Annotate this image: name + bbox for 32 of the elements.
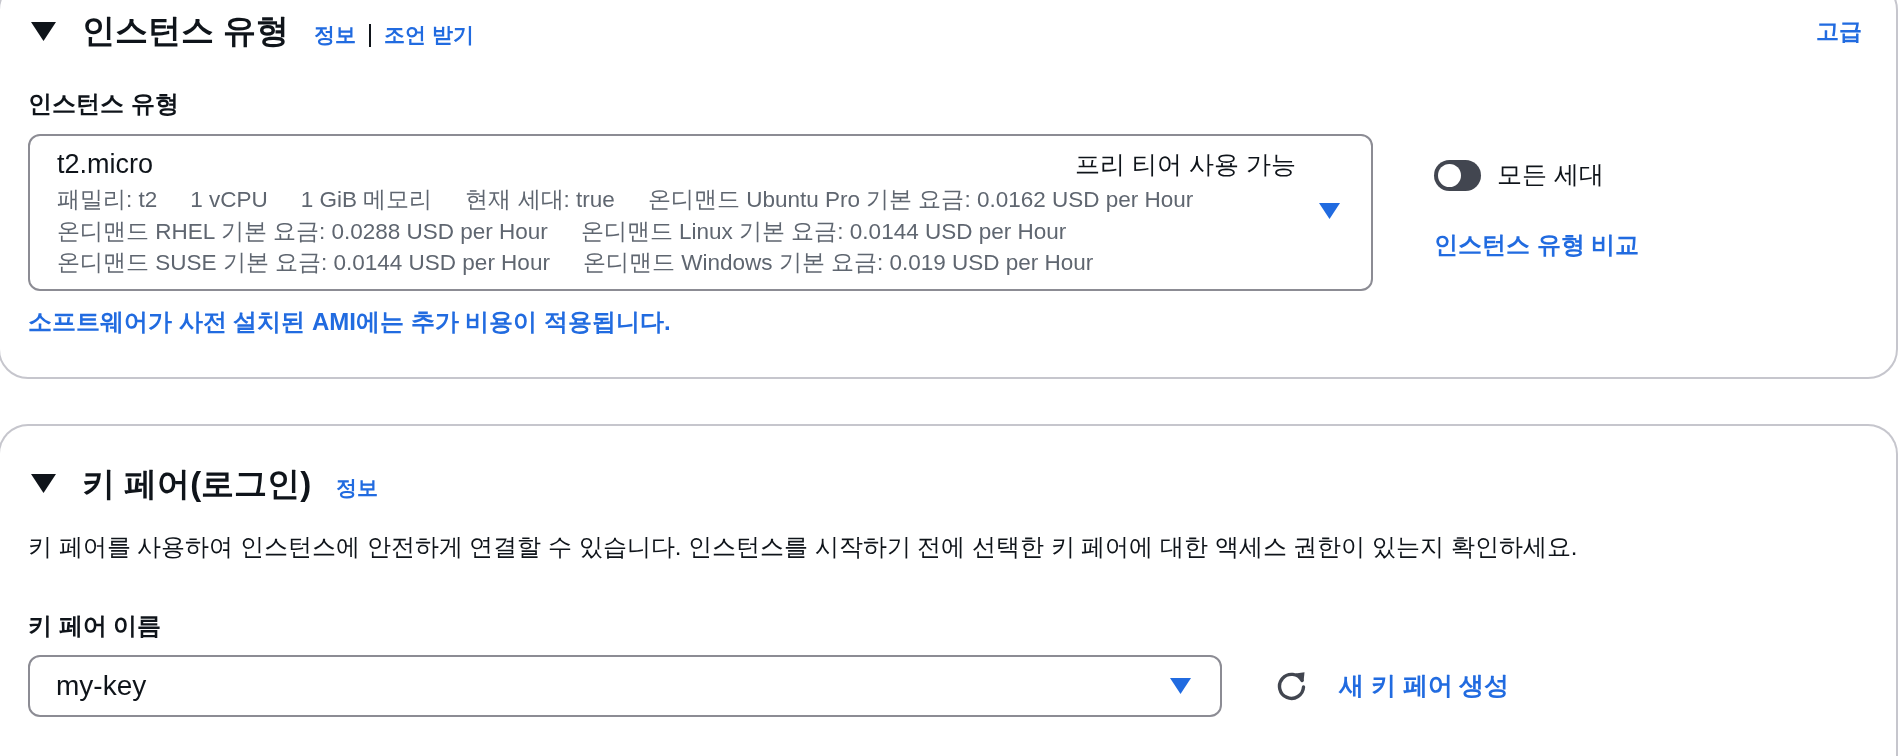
ami-pricing-link[interactable]: 소프트웨어가 사전 설치된 AMI에는 추가 비용이 적용됩니다. (28, 307, 671, 336)
spec-text: 온디맨드 Linux 기본 요금: 0.0144 USD per Hour (580, 217, 1067, 246)
info-link[interactable]: 정보 (314, 21, 357, 49)
refresh-icon[interactable] (1276, 670, 1307, 701)
section-title: 인스턴스 유형 (82, 11, 290, 51)
key-pair-select[interactable]: my-key (28, 654, 1222, 717)
spec-text: 온디맨드 Ubuntu Pro 기본 요금: 0.0162 USD per Hour (647, 186, 1194, 214)
spec-text: 온디맨드 RHEL 기본 요금: 0.0288 USD per Hour (57, 217, 548, 246)
spec-text: 온디맨드 SUSE 기본 요금: 0.0144 USD per Hour (57, 249, 550, 277)
free-tier-label: 프리 티어 사용 가능 (1075, 149, 1296, 179)
spec-text: 패밀리: t2 (57, 186, 158, 214)
spec-text: 현재 세대: true (465, 186, 615, 214)
instance-type-name: t2.micro (57, 149, 154, 179)
caret-icon[interactable] (31, 21, 56, 41)
toggle-switch[interactable] (1434, 159, 1481, 191)
spec-text: 온디맨드 Windows 기본 요금: 0.019 USD per Hour (582, 249, 1094, 277)
dropdown-caret-icon (1319, 203, 1340, 219)
spec-text: 1 vCPU (190, 186, 268, 214)
section-description: 키 페어를 사용하여 인스턴스에 안전하게 연결할 수 있습니다. 인스턴스를 시작하기 전에 선택한 키 페어에 대한 액세스 권한이 있는지 확인하세요. (28, 532, 1578, 561)
create-key-pair-link[interactable]: 새 키 페어 생성 (1339, 671, 1510, 700)
field-label: 키 페어 이름 (28, 611, 162, 640)
spec-text: 1 GiB 메모리 (300, 186, 433, 214)
instance-type-select[interactable] (28, 134, 1373, 291)
toggle-label: 모든 세대 (1497, 160, 1604, 190)
advice-link[interactable]: 조언 받기 (384, 21, 474, 49)
compare-link[interactable]: 인스턴스 유형 비교 (1434, 231, 1640, 259)
dropdown-caret-icon (1170, 677, 1191, 694)
info-link[interactable]: 정보 (336, 473, 379, 502)
section-title: 키 페어(로그인) (82, 463, 312, 504)
field-label: 인스턴스 유형 (28, 90, 179, 118)
advanced-link[interactable]: 고급 (1816, 15, 1862, 47)
caret-icon[interactable] (31, 474, 56, 493)
